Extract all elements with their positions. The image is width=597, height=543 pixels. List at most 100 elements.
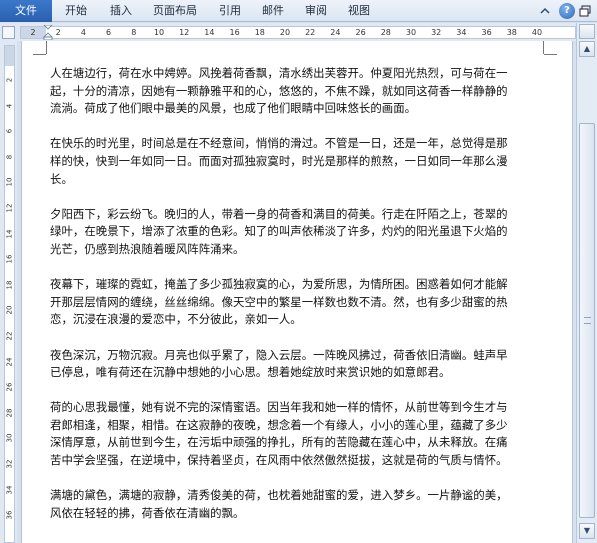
document-body[interactable]: 人在塘边行，荷在水中娉婷。风挽着荷香飘，清水绣出芙蓉开。仲夏阳光热烈，可与荷在一… [50,65,518,540]
ruler-tick-label: 12 [179,28,190,37]
paragraph-line: 荷的心思我最懂，她有说不完的深情蜜语。因当年我和她一样的情怀，从前世等到今生才与 [50,400,508,415]
tab-home[interactable]: 开始 [58,0,94,22]
ruler-tick-label: 30 [405,28,417,37]
tab-page-layout[interactable]: 页面布局 [145,0,205,22]
vertical-ruler: 2 4 6 8 10 12 14 16 18 20 22 24 26 28 30 32 34 36 [0,41,17,543]
vertical-ruler-strip[interactable]: 2 4 6 8 10 12 14 16 18 20 22 24 26 28 30 32 34 36 [4,45,15,543]
vertical-ruler-tick-label: 30 [5,433,14,443]
paragraph-line: 恋，沉浸在浪漫的爱恋中，不分彼此，亲如一人。 [50,312,302,327]
tab-insert[interactable]: 插入 [103,0,139,22]
scroll-up-arrow-icon[interactable]: ▲ [579,41,595,57]
ruler-tick-label: 32 [431,28,442,37]
vertical-ruler-tick-label: 12 [5,203,14,213]
paragraph-line: 苦中学会坚强，在逆境中，保持着坚贞，在风雨中依然傲然挺拔，这就是荷的气质与情怀。 [50,453,508,468]
restore-window-icon[interactable] [577,3,593,19]
ruler-tick-label: 36 [481,28,492,37]
vertical-ruler-tick-label: 36 [5,510,14,520]
paragraph-line: 君郎相逢，相聚，相惜。在这寂静的夜晚，想念着一个有缘人，小小的莲心里，蕴藏了多少 [50,417,508,432]
vertical-ruler-tick-label: 20 [5,305,14,315]
ruler-tick-label: 16 [229,28,240,37]
vertical-ruler-tick-label: 26 [5,382,14,392]
help-icon[interactable]: ? [559,3,575,19]
tab-references[interactable]: 引用 [212,0,248,22]
document-paragraph[interactable]: 荷的心思我最懂，她有说不完的深情蜜语。因当年我和她一样的情怀，从前世等到今生才与… [50,399,518,469]
ruler-tick-label: 8 [131,28,137,37]
collapse-ribbon-icon[interactable] [537,3,553,19]
vertical-ruler-tick-label: 22 [5,331,14,341]
ruler-tick-label: 38 [506,28,517,37]
ruler-tick-label: 2 [55,28,61,37]
vertical-ruler-tick-label: 34 [5,485,14,495]
tab-selector-icon[interactable] [2,26,15,39]
ruler-numbers: 2 2 4 6 8 10 12 14 16 18 20 22 24 26 28 30 32 34 36 38 40 [21,27,575,38]
vertical-ruler-tick-label: 28 [5,408,14,418]
ribbon-tab-bar: 文件 开始 插入 页面布局 引用 邮件 审阅 视图 ? [0,0,597,22]
ruler-tick-label: 28 [380,28,391,37]
paragraph-line: 人在塘边行，荷在水中娉婷。风挽着荷香飘，清水绣出芙蓉开。仲夏阳光热烈，可与荷在一 [50,66,508,80]
ruler-tick-label: 24 [330,28,341,37]
horizontal-ruler-row: 2 2 4 6 8 10 12 14 16 18 20 22 24 26 28 30 32 34 36 38 40 [0,23,597,41]
ruler-tick-label: 6 [106,28,112,37]
paragraph-line: 深情厚意，从前世到今生，在污垢中顽强的挣扎，所有的苦隐藏在莲心中，从未释放。在痛 [50,435,508,450]
ruler-tick-label: 2 [30,28,36,37]
ruler-tick-label: 20 [279,28,291,37]
crop-mark [46,41,47,54]
indent-marker-icon[interactable] [43,24,53,41]
ruler-tick-label: 22 [305,28,316,37]
vertical-ruler-top-margin [5,46,14,66]
paragraph-line: 已停息，唯有荷还在沉静中想她的小心思。想着她绽放时来赏识她的如意郎君。 [50,365,451,380]
scrollbar-thumb[interactable] [579,123,595,518]
vertical-ruler-tick-label: 32 [5,459,14,469]
ruler-tick-label: 40 [531,28,543,37]
document-canvas: 人在塘边行，荷在水中娉婷。风挽着荷香飘，清水绣出芙蓉开。仲夏阳光热烈，可与荷在一… [17,41,576,543]
vertical-ruler-tick-label: 14 [5,229,14,239]
ruler-tick-label: 4 [80,28,86,37]
paragraph-line: 样的快，快到一年如同一日。而面对孤独寂寞时，时光是那样的煎熬，一日如同一年那么漫 [50,153,508,168]
paragraph-line: 夕阳西下，彩云纷飞。晚归的人，带着一身的荷香和满目的荷美。行走在阡陌之上，苍翠的 [50,206,508,221]
document-paragraph[interactable]: 夜色深沉，万物沉寂。月亮也似乎累了，隐入云层。一阵晚风拂过，荷香依旧清幽。蛙声早… [50,347,518,382]
tab-mailings[interactable]: 邮件 [255,0,291,22]
vertical-scrollbar[interactable]: ▲ ▼ [576,23,597,543]
ruler-tick-label: 10 [153,28,165,37]
paragraph-line: 夜幕下，璀璨的霓虹，掩盖了多少孤独寂寞的心，为爱所思，为情所困。困惑着如何才能解 [50,277,508,292]
vertical-ruler-tick-label: 24 [5,357,14,367]
document-paragraph[interactable]: 夕阳西下，彩云纷飞。晚归的人，带着一身的荷香和满目的荷美。行走在阡陌之上，苍翠的… [50,206,518,259]
paragraph-line: 长。 [50,171,73,186]
ribbon-window-controls: ? [533,3,593,19]
vertical-ruler-tick-label: 18 [5,280,14,290]
ruler-tick-label: 34 [456,28,467,37]
paragraph-line: 在快乐的时光里，时间总是在不经意间，悄悄的滑过。不管是一日，还是一年，总觉得是那 [50,136,508,151]
crop-mark [544,54,557,55]
vertical-ruler-tick-label: 4 [5,103,14,108]
ruler-tick-label: 14 [204,28,215,37]
document-paragraph[interactable]: 在快乐的时光里，时间总是在不经意间，悄悄的滑过。不管是一日，还是一年，总觉得是那… [50,135,518,188]
vertical-ruler-tick-label: 2 [5,77,14,83]
horizontal-ruler[interactable]: 2 2 4 6 8 10 12 14 16 18 20 22 24 26 28 30 32 34 36 38 40 [20,24,576,41]
tab-view[interactable]: 视图 [341,0,377,22]
paragraph-line: 满塘的黛色，满塘的寂静，清秀俊美的荷，也枕着她甜蜜的爱，进入梦乡。一片静谧的美， [50,488,508,503]
scrollbar-grip-icon [584,317,591,324]
ruler-tick-label: 18 [254,28,265,37]
document-paragraph[interactable]: 夜幕下，璀璨的霓虹，掩盖了多少孤独寂寞的心，为爱所思，为情所困。困惑着如何才能解… [50,276,518,329]
crop-mark [543,41,544,54]
paragraph-line: 开那层层情网的缠绕，丝丝绵绵。像天空中的繁星一样数也数不清。然，也有多少甜蜜的热 [50,294,508,309]
paragraph-line: 光芒，仍感到热浪随着暖风阵阵涌来。 [50,241,245,256]
paragraph-line: 流淌。荷成了他们眼中最美的风景，也成了他们眼睛中回味悠长的画面。 [50,101,417,116]
paragraph-line: 起，十分的清凉，因她有一颗静雅平和的心，悠悠的，不焦不躁，就如同这荷香一样静静的 [50,83,508,98]
paragraph-line: 绿叶，在晚景下，增添了浓重的色彩。知了的叫声依稀淡了许多，灼灼的阳光虽退下火焰的 [50,224,508,239]
scroll-down-arrow-icon[interactable]: ▼ [579,523,595,539]
tab-review[interactable]: 审阅 [298,0,334,22]
ruler-tick-label: 26 [355,28,366,37]
paragraph-line: 夜色深沉，万物沉寂。月亮也似乎累了，隐入云层。一阵晚风拂过，荷香依旧清幽。蛙声早 [50,347,508,362]
document-paragraph[interactable]: 满塘的黛色，满塘的寂静，清秀俊美的荷，也枕着她甜蜜的爱，进入梦乡。一片静谧的美，… [50,487,518,522]
vertical-ruler-tick-label: 8 [5,154,14,160]
crop-mark [33,54,46,55]
view-ruler-toggle-icon[interactable] [579,24,595,39]
vertical-ruler-tick-label: 6 [5,128,14,134]
document-paragraph[interactable]: 人在塘边行，荷在水中娉婷。风挽着荷香飘，清水绣出芙蓉开。仲夏阳光热烈，可与荷在一… [50,65,518,118]
vertical-ruler-tick-label: 16 [5,254,14,264]
vertical-ruler-tick-label: 10 [5,177,14,187]
tab-file[interactable]: 文件 [0,0,52,22]
document-page[interactable]: 人在塘边行，荷在水中娉婷。风挽着荷香飘，清水绣出芙蓉开。仲夏阳光热烈，可与荷在一… [21,41,573,543]
paragraph-line: 风依在轻轻的拂，荷香依在清幽的飘。 [50,505,245,520]
